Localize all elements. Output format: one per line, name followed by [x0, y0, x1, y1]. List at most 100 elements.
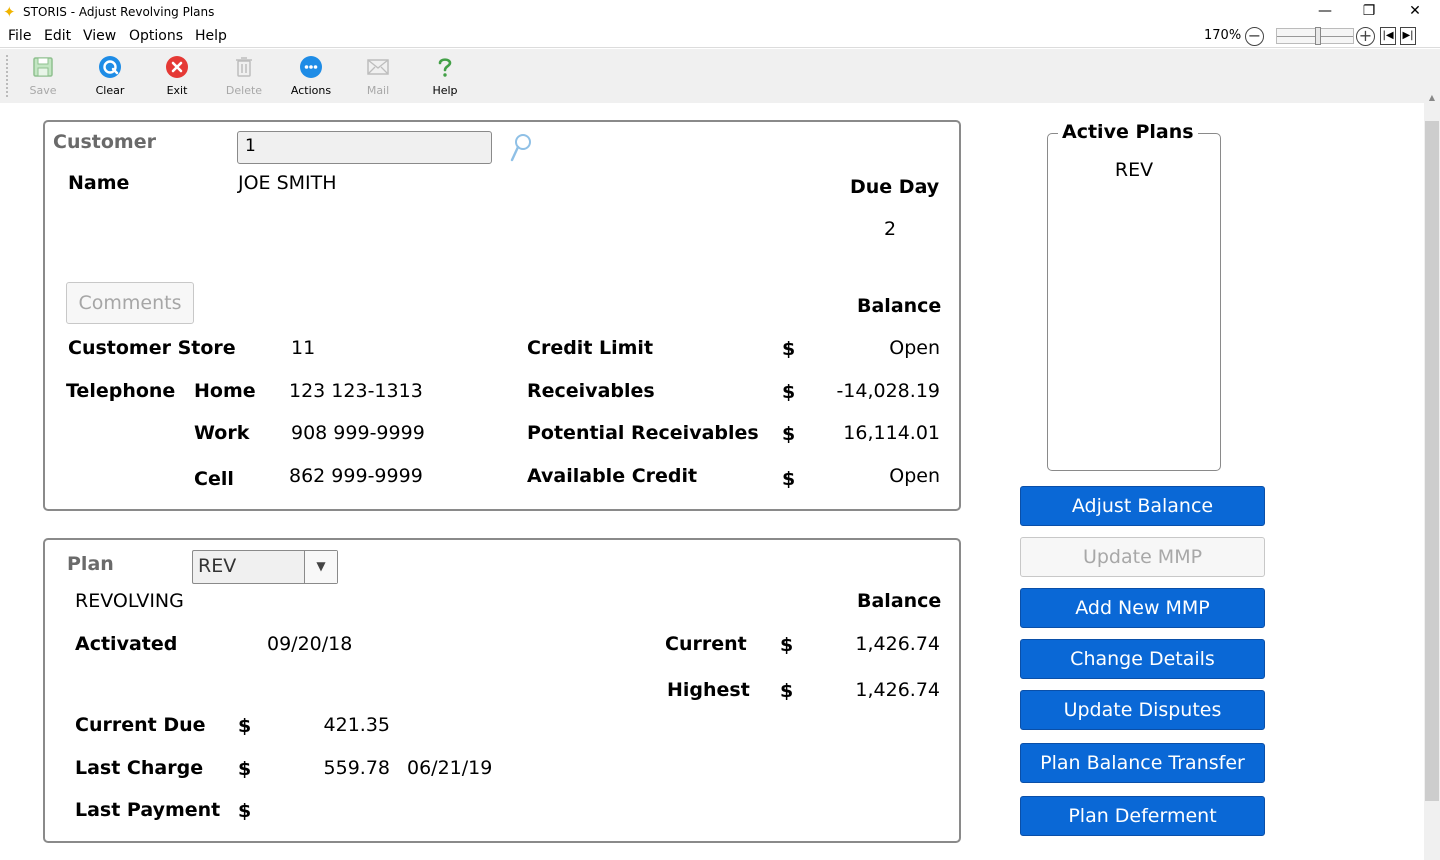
menu-help[interactable]: Help — [195, 27, 227, 45]
exit-label: Exit — [166, 84, 188, 97]
receivables-label: Receivables — [527, 380, 655, 402]
telephone-label: Telephone — [66, 380, 176, 402]
actions-button[interactable]: Actions — [283, 53, 339, 101]
menu-options[interactable]: Options — [129, 27, 183, 45]
active-plan-item[interactable]: REV — [1048, 159, 1220, 181]
help-label: Help — [432, 84, 458, 97]
highest-value: 1,426.74 — [855, 679, 940, 701]
last-payment-currency: $ — [238, 800, 252, 822]
plan-balance-transfer-button[interactable]: Plan Balance Transfer — [1020, 743, 1265, 783]
last-charge-label: Last Charge — [75, 757, 204, 779]
update-mmp-button[interactable]: Update MMP — [1020, 537, 1265, 577]
menu-file[interactable]: File — [8, 27, 31, 45]
plan-select[interactable]: REV ▼ — [192, 550, 338, 584]
plan-select-value: REV — [198, 555, 237, 577]
toolbar: Save Clear Exit Delete Actions Mail Help — [0, 49, 1424, 103]
help-button[interactable]: Help — [417, 53, 473, 101]
chevron-down-icon[interactable]: ▼ — [304, 551, 337, 583]
mail-icon — [367, 59, 389, 75]
mail-label: Mail — [366, 84, 390, 97]
potential-receivables-label: Potential Receivables — [527, 422, 759, 444]
plan-description: REVOLVING — [75, 590, 184, 612]
cell-phone: 862 999-9999 — [289, 465, 423, 487]
mail-button[interactable]: Mail — [350, 53, 406, 101]
scrollbar-thumb[interactable] — [1425, 121, 1439, 801]
zoom-in-icon[interactable]: + — [1356, 27, 1375, 46]
plan-deferment-button[interactable]: Plan Deferment — [1020, 796, 1265, 836]
exit-icon — [166, 56, 188, 78]
customer-panel: Customer 1 Name JOE SMITH Due Day 2 Comm… — [43, 120, 961, 511]
cell-label: Cell — [194, 468, 234, 490]
receivables-value: -14,028.19 — [836, 380, 940, 402]
credit-limit-label: Credit Limit — [527, 337, 654, 359]
activated-label: Activated — [75, 633, 178, 655]
customer-balance-label: Balance — [857, 295, 942, 317]
current-label: Current — [665, 633, 747, 655]
clear-button[interactable]: Clear — [82, 53, 138, 101]
menu-view[interactable]: View — [83, 27, 116, 45]
current-value: 1,426.74 — [855, 633, 940, 655]
close-button[interactable]: ✕ — [1392, 0, 1438, 24]
actions-label: Actions — [290, 84, 332, 97]
current-due-currency: $ — [238, 715, 252, 737]
exit-button[interactable]: Exit — [149, 53, 205, 101]
customer-store-value: 11 — [291, 337, 316, 359]
scroll-up-icon[interactable]: ▲ — [1424, 91, 1440, 105]
customer-number-input[interactable]: 1 — [237, 131, 492, 164]
last-charge-date: 06/21/19 — [407, 757, 493, 779]
last-page-icon[interactable]: ▶| — [1400, 27, 1416, 45]
save-button[interactable]: Save — [15, 53, 71, 101]
adjust-balance-button[interactable]: Adjust Balance — [1020, 486, 1265, 526]
zoom-out-icon[interactable]: − — [1245, 27, 1264, 46]
delete-icon — [236, 57, 252, 77]
potential-receivables-value: 16,114.01 — [843, 422, 940, 444]
available-credit-value: Open — [889, 465, 940, 487]
last-charge-value: 559.78 — [323, 757, 390, 779]
update-disputes-button[interactable]: Update Disputes — [1020, 690, 1265, 730]
last-charge-currency: $ — [238, 758, 252, 780]
plan-balance-label: Balance — [857, 590, 942, 612]
potential-currency: $ — [782, 423, 796, 445]
available-credit-label: Available Credit — [527, 465, 698, 487]
credit-limit-currency: $ — [782, 338, 796, 360]
name-label: Name — [68, 172, 130, 194]
first-page-icon[interactable]: |◀ — [1380, 27, 1396, 45]
title-bar: ✦ STORIS - Adjust Revolving Plans — ❐ ✕ — [0, 0, 1440, 24]
activated-date: 09/20/18 — [267, 633, 353, 655]
menu-edit[interactable]: Edit — [44, 27, 71, 45]
delete-button[interactable]: Delete — [216, 53, 272, 101]
work-label: Work — [194, 422, 250, 444]
credit-limit-value: Open — [889, 337, 940, 359]
toolbar-grip[interactable] — [6, 55, 8, 97]
due-day-value: 2 — [884, 218, 897, 240]
current-due-value: 421.35 — [323, 714, 390, 736]
app-star-icon: ✦ — [3, 3, 16, 21]
customer-name: JOE SMITH — [238, 172, 337, 194]
due-day-label: Due Day — [850, 176, 940, 198]
minimize-button[interactable]: — — [1302, 0, 1348, 24]
last-payment-label: Last Payment — [75, 799, 221, 821]
customer-store-label: Customer Store — [68, 337, 236, 359]
vertical-scrollbar[interactable]: ▲ — [1424, 49, 1440, 860]
window-title: STORIS - Adjust Revolving Plans — [23, 5, 215, 19]
home-label: Home — [194, 380, 256, 402]
plan-label: Plan — [67, 553, 114, 575]
comments-button[interactable]: Comments — [66, 282, 194, 324]
menu-bar: File Edit View Options Help 170% − + |◀ … — [0, 24, 1440, 48]
add-new-mmp-button[interactable]: Add New MMP — [1020, 588, 1265, 628]
search-icon[interactable] — [509, 132, 533, 164]
plan-panel: Plan REV ▼ REVOLVING Balance Activated 0… — [43, 538, 961, 843]
zoom-level: 170% — [1204, 28, 1242, 43]
change-details-button[interactable]: Change Details — [1020, 639, 1265, 679]
restore-button[interactable]: ❐ — [1346, 0, 1392, 24]
highest-currency: $ — [780, 680, 794, 702]
customer-number-value: 1 — [245, 136, 256, 156]
clear-label: Clear — [95, 84, 125, 97]
customer-label: Customer — [53, 131, 156, 153]
current-currency: $ — [780, 634, 794, 656]
available-currency: $ — [782, 468, 796, 490]
active-plans-title: Active Plans — [1058, 120, 1198, 144]
zoom-slider-thumb[interactable] — [1315, 27, 1321, 45]
work-phone: 908 999-9999 — [291, 422, 425, 444]
zoom-slider[interactable] — [1276, 27, 1354, 45]
